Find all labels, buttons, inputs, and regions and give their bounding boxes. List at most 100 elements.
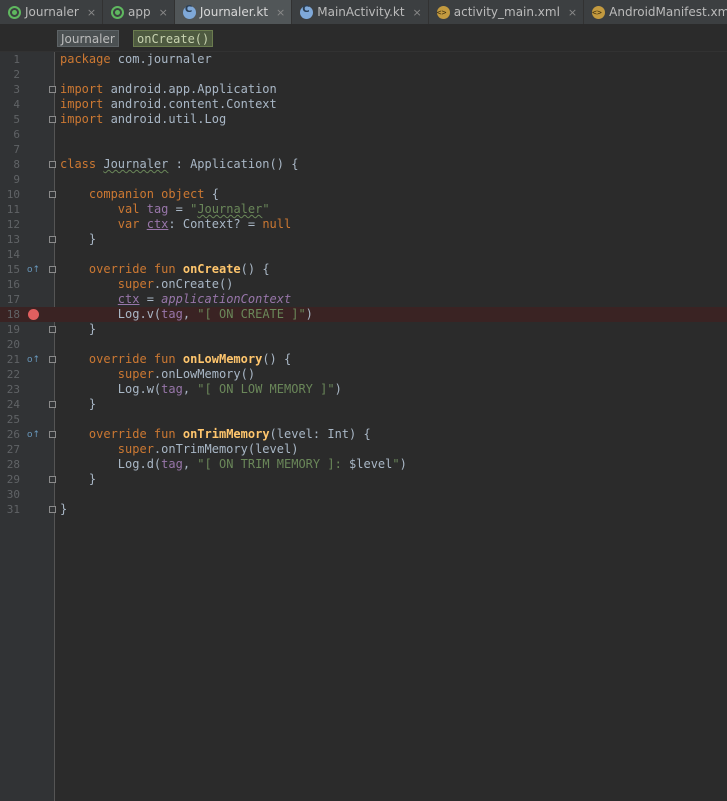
line-number: 9 xyxy=(13,173,20,186)
code-text[interactable]: } xyxy=(60,502,67,517)
code-token: android.content.Context xyxy=(103,97,277,111)
close-icon[interactable]: × xyxy=(159,6,168,19)
code-token: , xyxy=(182,457,198,471)
kotlin-file-icon xyxy=(300,4,314,19)
line-number: 7 xyxy=(13,143,20,156)
code-text[interactable]: } xyxy=(60,397,96,412)
tab-journaler-kt[interactable]: Journaler.kt × xyxy=(174,0,293,24)
line-number: 17 xyxy=(6,293,20,306)
breadcrumb-method[interactable]: onCreate() xyxy=(133,30,214,47)
code-token: Log.w( xyxy=(117,382,162,396)
fold-toggle-icon[interactable] xyxy=(49,86,56,93)
fold-toggle-icon[interactable] xyxy=(49,161,56,168)
code-text[interactable]: val tag = "Journaler" xyxy=(60,202,270,217)
close-icon[interactable]: × xyxy=(568,6,577,19)
tab-label: app xyxy=(128,5,151,19)
keyword: import xyxy=(60,97,104,111)
line-number: 24 xyxy=(6,398,20,411)
keyword: null xyxy=(262,217,292,231)
keyword: val xyxy=(117,202,140,216)
code-line: 17 ctx = applicationContext xyxy=(0,292,727,307)
breadcrumb-class[interactable]: Journaler xyxy=(57,30,119,47)
android-icon xyxy=(8,5,21,19)
tab-activity-main-xml[interactable]: activity_main.xml × xyxy=(429,0,585,24)
close-icon[interactable]: × xyxy=(87,6,96,19)
code-token: android.app.Application xyxy=(103,82,277,96)
code-line: 11 val tag = "Journaler" xyxy=(0,202,727,217)
editor-tab-bar: Journaler × app × Journaler.kt × MainAct… xyxy=(0,0,727,25)
code-text[interactable]: import android.util.Log xyxy=(60,112,226,127)
close-icon[interactable]: × xyxy=(413,6,422,19)
code-token: } xyxy=(88,472,97,486)
code-text[interactable]: } xyxy=(60,232,96,247)
code-line: 20 xyxy=(0,337,727,352)
code-line: 30 xyxy=(0,487,727,502)
override-icon[interactable]: o↑ xyxy=(27,265,40,275)
code-text[interactable]: ctx = applicationContext xyxy=(60,292,291,307)
code-text[interactable]: Log.w(tag, "[ ON LOW MEMORY ]") xyxy=(60,382,342,397)
fold-toggle-icon[interactable] xyxy=(49,326,56,333)
line-number: 18 xyxy=(6,308,20,321)
code-text[interactable]: Log.v(tag, "[ ON CREATE ]") xyxy=(60,307,313,322)
property-name: ctx xyxy=(117,292,140,306)
code-text[interactable]: } xyxy=(60,472,96,487)
property-name: ctx xyxy=(146,217,169,231)
tab-androidmanifest-xml[interactable]: AndroidManifest.xml xyxy=(584,0,727,24)
code-line: 22 super.onLowMemory() xyxy=(0,367,727,382)
fold-toggle-icon[interactable] xyxy=(49,476,56,483)
code-text[interactable]: super.onTrimMemory(level) xyxy=(60,442,299,457)
code-text[interactable]: class Journaler : Application() { xyxy=(60,157,298,172)
code-text[interactable]: Log.d(tag, "[ ON TRIM MEMORY ]: $level") xyxy=(60,457,407,472)
line-number: 2 xyxy=(13,68,20,81)
template-expression: $level xyxy=(349,457,393,471)
property-name: tag xyxy=(161,382,183,396)
code-text[interactable]: import android.app.Application xyxy=(60,82,277,97)
xml-file-icon xyxy=(592,5,606,19)
code-line: 3 import android.app.Application xyxy=(0,82,727,97)
code-line: 26 o↑ override fun onTrimMemory(level: I… xyxy=(0,427,727,442)
fold-toggle-icon[interactable] xyxy=(49,236,56,243)
code-text[interactable]: override fun onTrimMemory(level: Int) { xyxy=(60,427,371,442)
code-text[interactable]: var ctx: Context? = null xyxy=(60,217,291,232)
code-text[interactable]: override fun onCreate() { xyxy=(60,262,270,277)
tab-journaler-module[interactable]: Journaler × xyxy=(0,0,104,24)
code-text[interactable]: super.onCreate() xyxy=(60,277,234,292)
property-name: tag xyxy=(161,307,183,321)
code-text[interactable]: override fun onLowMemory() { xyxy=(60,352,291,367)
code-text[interactable]: import android.content.Context xyxy=(60,97,277,112)
fold-toggle-icon[interactable] xyxy=(49,356,56,363)
breakpoint-icon[interactable] xyxy=(28,309,39,320)
line-number: 31 xyxy=(6,503,20,516)
line-number: 26 xyxy=(6,428,20,441)
override-icon[interactable]: o↑ xyxy=(27,355,40,365)
code-editor[interactable]: 1 package com.journaler 2 3 import andro… xyxy=(0,52,727,801)
code-line: 27 super.onTrimMemory(level) xyxy=(0,442,727,457)
close-icon[interactable]: × xyxy=(276,6,285,19)
code-line: 10 companion object { xyxy=(0,187,727,202)
keyword: import xyxy=(60,112,104,126)
line-number: 22 xyxy=(6,368,20,381)
fold-toggle-icon[interactable] xyxy=(49,431,56,438)
code-token: } xyxy=(88,397,97,411)
fold-toggle-icon[interactable] xyxy=(49,116,56,123)
code-line: 8 class Journaler : Application() { xyxy=(0,157,727,172)
fold-toggle-icon[interactable] xyxy=(49,191,56,198)
line-number: 3 xyxy=(13,83,20,96)
keyword: import xyxy=(60,82,104,96)
code-text[interactable]: package com.journaler xyxy=(60,52,212,67)
line-number: 10 xyxy=(6,188,20,201)
code-text[interactable]: super.onLowMemory() xyxy=(60,367,255,382)
override-icon[interactable]: o↑ xyxy=(27,430,40,440)
code-token: () { xyxy=(262,352,292,366)
fold-toggle-icon[interactable] xyxy=(49,506,56,513)
function-name: onTrimMemory xyxy=(182,427,270,441)
string-literal: Journaler xyxy=(197,202,263,216)
tab-mainactivity-kt[interactable]: MainActivity.kt × xyxy=(292,0,429,24)
code-text[interactable]: } xyxy=(60,322,96,337)
string-literal: " xyxy=(392,457,400,471)
fold-toggle-icon[interactable] xyxy=(49,266,56,273)
code-text[interactable]: companion object { xyxy=(60,187,219,202)
fold-toggle-icon[interactable] xyxy=(49,401,56,408)
tab-app-module[interactable]: app × xyxy=(103,0,175,24)
